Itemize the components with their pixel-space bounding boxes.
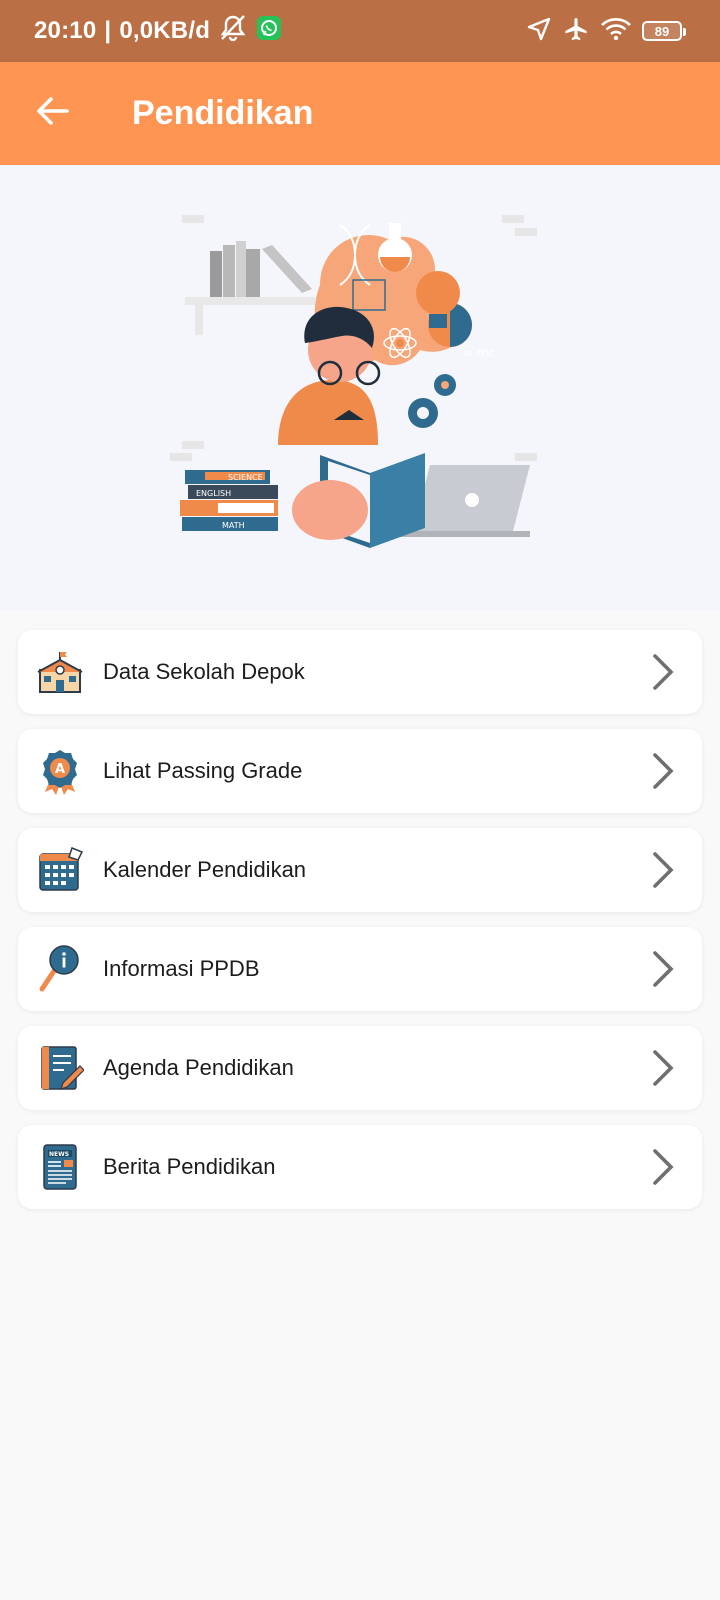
- chevron-right-icon: [648, 949, 678, 989]
- school-icon: [34, 646, 86, 698]
- status-data-speed: 0,0KB/d: [119, 17, 211, 44]
- agenda-notebook-icon: [34, 1042, 86, 1094]
- menu-item-label: Informasi PPDB: [103, 956, 260, 981]
- info-search-icon: [34, 943, 86, 995]
- menu-list: Data Sekolah Depok A Lihat Passing Grade…: [18, 630, 702, 1224]
- notifications-off-icon: [218, 14, 248, 49]
- chevron-right-icon: [648, 652, 678, 692]
- status-left: 20:10 | 0,0KB/d: [34, 14, 282, 49]
- battery-icon: 89: [642, 21, 686, 41]
- menu-item-label: Berita Pendidikan: [103, 1154, 276, 1179]
- location-icon: [526, 16, 552, 47]
- menu-item-passing-grade[interactable]: A Lihat Passing Grade: [18, 729, 702, 813]
- book-label-science: SCIENCE: [228, 473, 263, 482]
- status-time: 20:10: [34, 17, 97, 44]
- status-right: 89: [526, 16, 686, 47]
- svg-text:A: A: [55, 762, 65, 777]
- menu-item-label: Lihat Passing Grade: [103, 758, 303, 783]
- menu-item-label: Kalender Pendidikan: [103, 857, 307, 882]
- menu-item-label: Agenda Pendidikan: [103, 1055, 294, 1080]
- chevron-right-icon: [648, 1147, 678, 1187]
- formula-text: = mc: [463, 346, 496, 360]
- svg-text:NEWS: NEWS: [49, 1151, 69, 1158]
- chevron-right-icon: [648, 850, 678, 890]
- menu-item-data-sekolah[interactable]: Data Sekolah Depok: [18, 630, 702, 714]
- menu-item-agenda[interactable]: Agenda Pendidikan: [18, 1026, 702, 1110]
- education-illustration: = mc SCIENCE ENGLISH MATH: [170, 215, 537, 548]
- status-bar: 20:10 | 0,0KB/d 89: [0, 0, 720, 62]
- menu-item-label: Data Sekolah Depok: [103, 659, 305, 684]
- book-label-math: MATH: [222, 521, 245, 530]
- book-label-english: ENGLISH: [196, 489, 231, 498]
- news-icon: NEWS: [34, 1141, 86, 1193]
- airplane-mode-icon: [562, 16, 590, 47]
- app-bar: Pendidikan: [0, 62, 720, 165]
- status-separator: |: [104, 17, 112, 44]
- hero-banner: = mc SCIENCE ENGLISH MATH: [0, 165, 720, 610]
- grade-badge-icon: A: [34, 745, 86, 797]
- chevron-right-icon: [648, 1048, 678, 1088]
- menu-item-berita[interactable]: NEWS Berita Pendidikan: [18, 1125, 702, 1209]
- back-button[interactable]: [26, 88, 78, 140]
- menu-item-kalender[interactable]: Kalender Pendidikan: [18, 828, 702, 912]
- wifi-icon: [600, 16, 632, 47]
- calendar-icon: [34, 844, 86, 896]
- arrow-left-icon: [35, 96, 69, 131]
- chevron-right-icon: [648, 751, 678, 791]
- whatsapp-icon: [256, 15, 282, 48]
- battery-level: 89: [654, 23, 670, 39]
- menu-item-informasi-ppdb[interactable]: Informasi PPDB: [18, 927, 702, 1011]
- page-title: Pendidikan: [132, 94, 314, 132]
